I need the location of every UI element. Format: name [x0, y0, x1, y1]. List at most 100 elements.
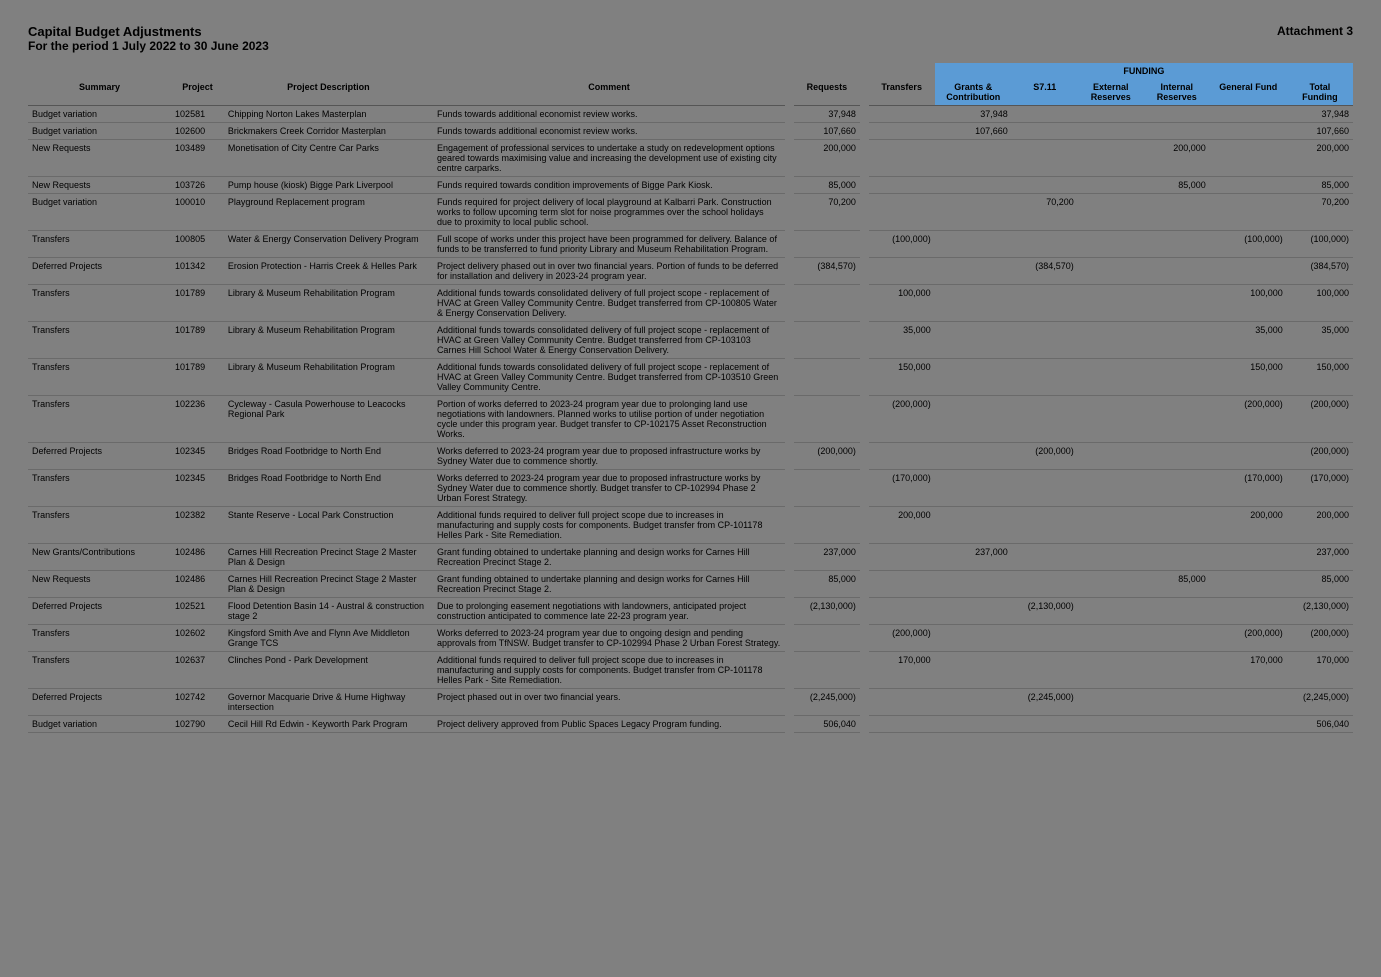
- cell-s711: (2,245,000): [1012, 689, 1078, 716]
- cell-transfers: [869, 544, 935, 571]
- table-row: New Requests102486Carnes Hill Recreation…: [28, 571, 1353, 598]
- cell-requests: 70,200: [794, 194, 860, 231]
- cell-transfers: (100,000): [869, 231, 935, 258]
- col-project: Project: [171, 79, 224, 106]
- cell-s711: 70,200: [1012, 194, 1078, 231]
- page-subtitle: For the period 1 July 2022 to 30 June 20…: [28, 39, 269, 53]
- cell-summary: Budget variation: [28, 194, 171, 231]
- cell-comment: Funds required for project delivery of l…: [433, 194, 785, 231]
- cell-general: 150,000: [1210, 359, 1287, 396]
- cell-project: 101789: [171, 359, 224, 396]
- cell-desc: Water & Energy Conservation Delivery Pro…: [224, 231, 433, 258]
- cell-transfers: [869, 140, 935, 177]
- cell-project: 103726: [171, 177, 224, 194]
- cell-grants: [935, 625, 1012, 652]
- cell-grants: [935, 689, 1012, 716]
- cell-internal: [1144, 625, 1210, 652]
- cell-summary: Transfers: [28, 652, 171, 689]
- cell-general: [1210, 443, 1287, 470]
- cell-project: 101789: [171, 322, 224, 359]
- cell-comment: Additional funds towards consolidated de…: [433, 359, 785, 396]
- cell-internal: [1144, 598, 1210, 625]
- cell-total: (2,130,000): [1287, 598, 1353, 625]
- cell-summary: Transfers: [28, 507, 171, 544]
- cell-desc: Brickmakers Creek Corridor Masterplan: [224, 123, 433, 140]
- cell-requests: [794, 396, 860, 443]
- cell-total: (200,000): [1287, 443, 1353, 470]
- cell-transfers: [869, 258, 935, 285]
- cell-external: [1078, 285, 1144, 322]
- cell-summary: Deferred Projects: [28, 258, 171, 285]
- cell-transfers: [869, 598, 935, 625]
- cell-general: (100,000): [1210, 231, 1287, 258]
- cell-grants: [935, 285, 1012, 322]
- cell-desc: Clinches Pond - Park Development: [224, 652, 433, 689]
- cell-general: [1210, 194, 1287, 231]
- cell-general: (170,000): [1210, 470, 1287, 507]
- cell-s711: [1012, 396, 1078, 443]
- cell-internal: 200,000: [1144, 140, 1210, 177]
- cell-grants: [935, 359, 1012, 396]
- cell-project: 101789: [171, 285, 224, 322]
- cell-project: 103489: [171, 140, 224, 177]
- col-s711: S7.11: [1012, 79, 1078, 106]
- cell-grants: [935, 652, 1012, 689]
- cell-s711: [1012, 716, 1078, 733]
- cell-grants: 107,660: [935, 123, 1012, 140]
- cell-grants: [935, 443, 1012, 470]
- cell-general: 170,000: [1210, 652, 1287, 689]
- cell-comment: Grant funding obtained to undertake plan…: [433, 544, 785, 571]
- cell-transfers: [869, 177, 935, 194]
- cell-internal: [1144, 396, 1210, 443]
- table-row: Transfers101789Library & Museum Rehabili…: [28, 285, 1353, 322]
- cell-grants: 37,948: [935, 106, 1012, 123]
- cell-total: 200,000: [1287, 140, 1353, 177]
- cell-comment: Grant funding obtained to undertake plan…: [433, 571, 785, 598]
- cell-external: [1078, 359, 1144, 396]
- cell-general: [1210, 571, 1287, 598]
- cell-comment: Project phased out in over two financial…: [433, 689, 785, 716]
- table-row: Budget variation100010Playground Replace…: [28, 194, 1353, 231]
- cell-comment: Additional funds towards consolidated de…: [433, 285, 785, 322]
- col-funding-group: FUNDING: [935, 63, 1353, 79]
- cell-s711: [1012, 123, 1078, 140]
- cell-comment: Works deferred to 2023-24 program year d…: [433, 470, 785, 507]
- cell-external: [1078, 106, 1144, 123]
- cell-grants: [935, 322, 1012, 359]
- cell-total: (170,000): [1287, 470, 1353, 507]
- cell-project: 102382: [171, 507, 224, 544]
- cell-general: [1210, 140, 1287, 177]
- cell-internal: [1144, 470, 1210, 507]
- cell-summary: Budget variation: [28, 123, 171, 140]
- cell-grants: [935, 507, 1012, 544]
- table-row: Transfers102345Bridges Road Footbridge t…: [28, 470, 1353, 507]
- cell-transfers: (200,000): [869, 625, 935, 652]
- cell-external: [1078, 507, 1144, 544]
- cell-desc: Governor Macquarie Drive & Hume Highway …: [224, 689, 433, 716]
- cell-requests: (2,245,000): [794, 689, 860, 716]
- cell-total: 237,000: [1287, 544, 1353, 571]
- cell-total: 107,660: [1287, 123, 1353, 140]
- cell-desc: Playground Replacement program: [224, 194, 433, 231]
- cell-general: 100,000: [1210, 285, 1287, 322]
- cell-s711: (2,130,000): [1012, 598, 1078, 625]
- cell-summary: Transfers: [28, 322, 171, 359]
- table-row: Transfers102382Stante Reserve - Local Pa…: [28, 507, 1353, 544]
- cell-general: [1210, 106, 1287, 123]
- cell-external: [1078, 716, 1144, 733]
- cell-summary: Budget variation: [28, 106, 171, 123]
- cell-project: 102581: [171, 106, 224, 123]
- cell-s711: [1012, 140, 1078, 177]
- cell-project: 102486: [171, 544, 224, 571]
- cell-summary: Transfers: [28, 359, 171, 396]
- cell-total: (200,000): [1287, 625, 1353, 652]
- cell-general: (200,000): [1210, 396, 1287, 443]
- cell-external: [1078, 544, 1144, 571]
- cell-s711: [1012, 507, 1078, 544]
- cell-requests: 107,660: [794, 123, 860, 140]
- col-external: External Reserves: [1078, 79, 1144, 106]
- cell-summary: Transfers: [28, 231, 171, 258]
- cell-transfers: (200,000): [869, 396, 935, 443]
- cell-general: [1210, 123, 1287, 140]
- cell-project: 102790: [171, 716, 224, 733]
